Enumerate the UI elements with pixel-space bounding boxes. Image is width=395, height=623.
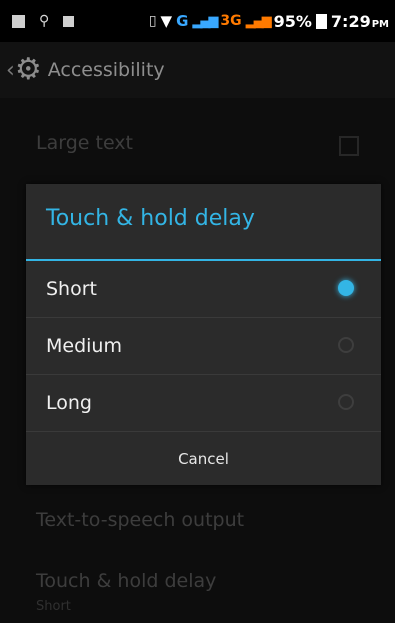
status-bar: ⚲ ▯ ▼ G ▂▄▆ 3G ▂▄▆ 95% 7:29PM: [0, 0, 395, 42]
notification-icon: [63, 15, 75, 27]
back-chevron-icon[interactable]: ‹: [6, 58, 15, 83]
clock: 7:29PM: [331, 12, 389, 31]
option-short[interactable]: Short: [26, 261, 381, 317]
notification-photo-icon: [12, 14, 25, 28]
network-3g-label: 3G: [220, 13, 242, 29]
cancel-button[interactable]: Cancel: [26, 432, 381, 485]
vibrate-icon: ▯: [148, 13, 157, 29]
radio-unselected-icon[interactable]: [338, 394, 354, 410]
network-g-label: G: [176, 12, 189, 30]
usb-icon: ⚲: [39, 13, 50, 29]
battery-percent: 95%: [273, 11, 312, 31]
signal-bars-icon: ▂▄▆: [192, 13, 218, 29]
wifi-icon: ▼: [160, 12, 173, 30]
option-label: Long: [46, 392, 92, 414]
option-label: Medium: [46, 335, 122, 357]
radio-selected-icon[interactable]: [338, 280, 354, 296]
settings-gear-icon[interactable]: ⚙: [15, 55, 42, 85]
radio-unselected-icon[interactable]: [338, 337, 354, 353]
clock-time: 7:29: [330, 11, 371, 31]
battery-icon: [315, 13, 327, 29]
touch-hold-dialog: Touch & hold delay Short Medium Long Can…: [26, 184, 381, 485]
option-medium[interactable]: Medium: [26, 318, 381, 374]
clock-ampm: PM: [371, 18, 389, 30]
signal-bars-3g-icon: ▂▄▆: [245, 13, 272, 29]
action-bar: ‹ ⚙ Accessibility: [0, 42, 395, 98]
option-label: Short: [46, 278, 97, 300]
dialog-title: Touch & hold delay: [46, 206, 255, 231]
option-long[interactable]: Long: [26, 375, 381, 431]
page-title: Accessibility: [47, 59, 165, 81]
